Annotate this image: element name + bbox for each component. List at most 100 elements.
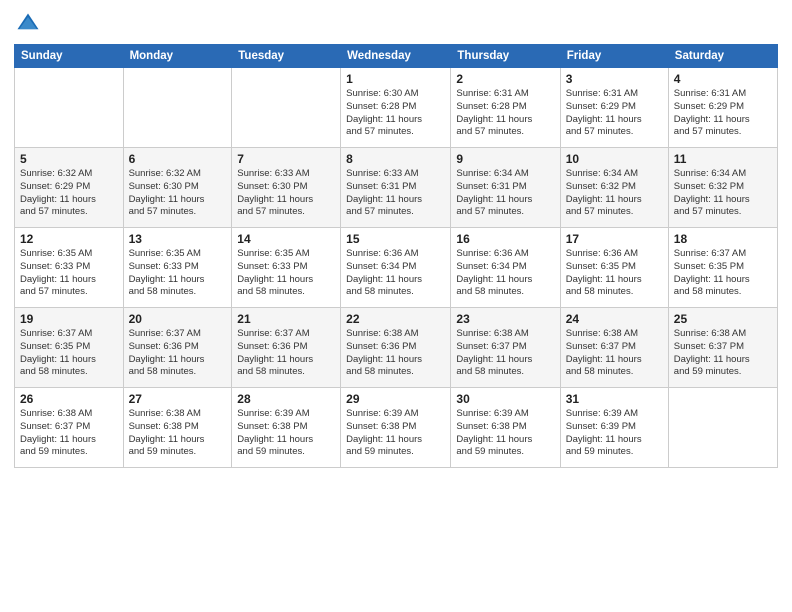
day-number: 17	[566, 232, 663, 246]
calendar-cell: 1Sunrise: 6:30 AMSunset: 6:28 PMDaylight…	[341, 68, 451, 148]
calendar-cell: 10 Sunrise: 6:34 AMSunset: 6:32 PMDayligh…	[560, 148, 668, 228]
weekday-header-tuesday: Tuesday	[232, 45, 341, 68]
day-number: 6	[129, 152, 227, 166]
weekday-header-sunday: Sunday	[15, 45, 124, 68]
calendar-cell	[123, 68, 232, 148]
day-number: 10	[566, 152, 663, 166]
day-number: 23	[456, 312, 554, 326]
day-number: 21	[237, 312, 335, 326]
day-number: 13	[129, 232, 227, 246]
calendar-week-3: 12 Sunrise: 6:35 AMSunset: 6:33 PMDayligh…	[15, 228, 778, 308]
day-number: 24	[566, 312, 663, 326]
day-number: 20	[129, 312, 227, 326]
day-info: Sunrise: 6:39 AMSunset: 6:39 PMDaylight:…	[566, 408, 663, 459]
weekday-header-thursday: Thursday	[451, 45, 560, 68]
day-info: Sunrise: 6:38 AMSunset: 6:37 PMDaylight:…	[566, 328, 663, 379]
calendar-cell: 23 Sunrise: 6:38 AMSunset: 6:37 PMDayligh…	[451, 308, 560, 388]
day-number: 25	[674, 312, 772, 326]
calendar-cell	[668, 388, 777, 468]
weekday-header-friday: Friday	[560, 45, 668, 68]
day-number: 15	[346, 232, 445, 246]
calendar-cell: 25 Sunrise: 6:38 AMSunset: 6:37 PMDayligh…	[668, 308, 777, 388]
day-info: Sunrise: 6:31 AMSunset: 6:29 PMDaylight:…	[566, 88, 663, 139]
day-info: Sunrise: 6:34 AMSunset: 6:32 PMDaylight:…	[674, 168, 772, 219]
calendar-cell: 8 Sunrise: 6:33 AMSunset: 6:31 PMDaylight…	[341, 148, 451, 228]
day-number: 30	[456, 392, 554, 406]
day-number: 27	[129, 392, 227, 406]
day-info: Sunrise: 6:35 AMSunset: 6:33 PMDaylight:…	[129, 248, 227, 299]
day-info: Sunrise: 6:35 AMSunset: 6:33 PMDaylight:…	[237, 248, 335, 299]
calendar-cell: 12 Sunrise: 6:35 AMSunset: 6:33 PMDayligh…	[15, 228, 124, 308]
calendar-cell: 13 Sunrise: 6:35 AMSunset: 6:33 PMDayligh…	[123, 228, 232, 308]
page-header	[14, 10, 778, 38]
day-info: Sunrise: 6:38 AMSunset: 6:37 PMDaylight:…	[20, 408, 118, 459]
calendar-cell: 9 Sunrise: 6:34 AMSunset: 6:31 PMDaylight…	[451, 148, 560, 228]
day-info: Sunrise: 6:36 AMSunset: 6:34 PMDaylight:…	[346, 248, 445, 299]
calendar-cell: 27 Sunrise: 6:38 AMSunset: 6:38 PMDayligh…	[123, 388, 232, 468]
logo-icon	[14, 10, 42, 38]
day-info: Sunrise: 6:38 AMSunset: 6:38 PMDaylight:…	[129, 408, 227, 459]
day-number: 5	[20, 152, 118, 166]
calendar-cell: 2 Sunrise: 6:31 AMSunset: 6:28 PMDaylight…	[451, 68, 560, 148]
day-number: 4	[674, 72, 772, 86]
calendar-cell: 26 Sunrise: 6:38 AMSunset: 6:37 PMDayligh…	[15, 388, 124, 468]
day-number: 14	[237, 232, 335, 246]
calendar-week-2: 5Sunrise: 6:32 AMSunset: 6:29 PMDaylight…	[15, 148, 778, 228]
calendar-table: SundayMondayTuesdayWednesdayThursdayFrid…	[14, 44, 778, 468]
day-info: Sunrise: 6:38 AMSunset: 6:37 PMDaylight:…	[674, 328, 772, 379]
day-info: Sunrise: 6:32 AMSunset: 6:30 PMDaylight:…	[129, 168, 227, 219]
calendar-cell: 29 Sunrise: 6:39 AMSunset: 6:38 PMDayligh…	[341, 388, 451, 468]
day-number: 9	[456, 152, 554, 166]
day-number: 19	[20, 312, 118, 326]
day-number: 12	[20, 232, 118, 246]
day-info: Sunrise: 6:37 AMSunset: 6:35 PMDaylight:…	[674, 248, 772, 299]
calendar-cell: 28Sunrise: 6:39 AMSunset: 6:38 PMDayligh…	[232, 388, 341, 468]
calendar-cell: 24 Sunrise: 6:38 AMSunset: 6:37 PMDayligh…	[560, 308, 668, 388]
day-info: Sunrise: 6:36 AMSunset: 6:34 PMDaylight:…	[456, 248, 554, 299]
calendar-cell: 20 Sunrise: 6:37 AMSunset: 6:36 PMDayligh…	[123, 308, 232, 388]
day-number: 18	[674, 232, 772, 246]
day-info: Sunrise: 6:30 AMSunset: 6:28 PMDaylight:…	[346, 88, 445, 139]
calendar-week-5: 26 Sunrise: 6:38 AMSunset: 6:37 PMDayligh…	[15, 388, 778, 468]
day-info: Sunrise: 6:34 AMSunset: 6:32 PMDaylight:…	[566, 168, 663, 219]
day-info: Sunrise: 6:37 AMSunset: 6:35 PMDaylight:…	[20, 328, 118, 379]
calendar-cell: 30 Sunrise: 6:39 AMSunset: 6:38 PMDayligh…	[451, 388, 560, 468]
day-number: 3	[566, 72, 663, 86]
day-info: Sunrise: 6:35 AMSunset: 6:33 PMDaylight:…	[20, 248, 118, 299]
day-number: 31	[566, 392, 663, 406]
calendar-cell: 15 Sunrise: 6:36 AMSunset: 6:34 PMDayligh…	[341, 228, 451, 308]
day-number: 22	[346, 312, 445, 326]
calendar-cell: 19 Sunrise: 6:37 AMSunset: 6:35 PMDayligh…	[15, 308, 124, 388]
day-number: 28	[237, 392, 335, 406]
calendar-cell: 7Sunrise: 6:33 AMSunset: 6:30 PMDaylight…	[232, 148, 341, 228]
calendar-cell: 21 Sunrise: 6:37 AMSunset: 6:36 PMDayligh…	[232, 308, 341, 388]
calendar-week-4: 19 Sunrise: 6:37 AMSunset: 6:35 PMDayligh…	[15, 308, 778, 388]
calendar-cell: 3 Sunrise: 6:31 AMSunset: 6:29 PMDaylight…	[560, 68, 668, 148]
day-info: Sunrise: 6:38 AMSunset: 6:37 PMDaylight:…	[456, 328, 554, 379]
day-number: 2	[456, 72, 554, 86]
day-info: Sunrise: 6:37 AMSunset: 6:36 PMDaylight:…	[237, 328, 335, 379]
day-number: 29	[346, 392, 445, 406]
weekday-header-monday: Monday	[123, 45, 232, 68]
day-number: 7	[237, 152, 335, 166]
weekday-header-wednesday: Wednesday	[341, 45, 451, 68]
day-number: 26	[20, 392, 118, 406]
calendar-cell: 4Sunrise: 6:31 AMSunset: 6:29 PMDaylight…	[668, 68, 777, 148]
day-info: Sunrise: 6:37 AMSunset: 6:36 PMDaylight:…	[129, 328, 227, 379]
day-info: Sunrise: 6:38 AMSunset: 6:36 PMDaylight:…	[346, 328, 445, 379]
day-info: Sunrise: 6:36 AMSunset: 6:35 PMDaylight:…	[566, 248, 663, 299]
day-info: Sunrise: 6:34 AMSunset: 6:31 PMDaylight:…	[456, 168, 554, 219]
day-info: Sunrise: 6:39 AMSunset: 6:38 PMDaylight:…	[346, 408, 445, 459]
weekday-header-row: SundayMondayTuesdayWednesdayThursdayFrid…	[15, 45, 778, 68]
calendar-week-1: 1Sunrise: 6:30 AMSunset: 6:28 PMDaylight…	[15, 68, 778, 148]
logo	[14, 10, 46, 38]
day-info: Sunrise: 6:31 AMSunset: 6:28 PMDaylight:…	[456, 88, 554, 139]
day-number: 8	[346, 152, 445, 166]
calendar-cell: 11 Sunrise: 6:34 AMSunset: 6:32 PMDayligh…	[668, 148, 777, 228]
calendar-cell: 22 Sunrise: 6:38 AMSunset: 6:36 PMDayligh…	[341, 308, 451, 388]
calendar-cell: 16Sunrise: 6:36 AMSunset: 6:34 PMDayligh…	[451, 228, 560, 308]
day-info: Sunrise: 6:33 AMSunset: 6:31 PMDaylight:…	[346, 168, 445, 219]
calendar-cell: 18 Sunrise: 6:37 AMSunset: 6:35 PMDayligh…	[668, 228, 777, 308]
day-number: 11	[674, 152, 772, 166]
day-info: Sunrise: 6:39 AMSunset: 6:38 PMDaylight:…	[456, 408, 554, 459]
